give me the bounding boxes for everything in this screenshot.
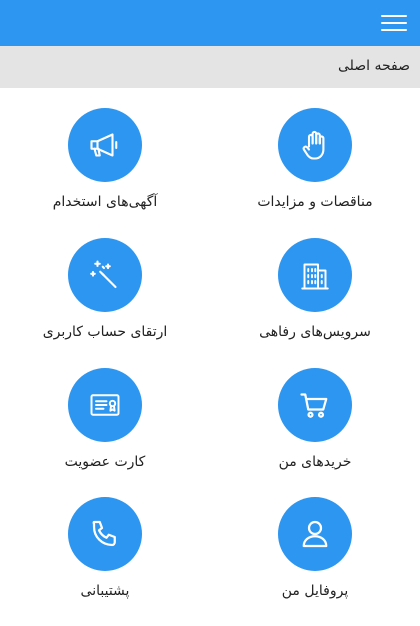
- tile-support[interactable]: پشتیبانی: [25, 497, 185, 607]
- megaphone-icon: [90, 133, 118, 157]
- tile-icon-circle: [278, 368, 352, 442]
- tile-my-purchases[interactable]: خریدهای من: [235, 368, 395, 478]
- tile-my-profile[interactable]: پروفایل من: [235, 497, 395, 607]
- shopping-cart-icon: [300, 393, 328, 418]
- tile-label: ارتقای حساب کاربری: [42, 324, 168, 340]
- tile-icon-circle: [68, 368, 142, 442]
- tile-label: پشتیبانی: [80, 583, 130, 599]
- tile-icon-circle: [68, 108, 142, 182]
- tile-icon-circle: [68, 497, 142, 571]
- tile-label: آگهی‌های استخدام: [52, 194, 158, 210]
- page-title: صفحه اصلی: [337, 58, 410, 74]
- hamburger-icon[interactable]: [381, 13, 407, 33]
- membership-card-icon: [90, 394, 120, 416]
- breadcrumb: صفحه اصلی: [0, 46, 420, 88]
- tile-icon-circle: [278, 238, 352, 312]
- building-icon: [301, 263, 329, 290]
- tile-label: خریدهای من: [278, 454, 352, 470]
- tile-label: پروفایل من: [281, 583, 349, 599]
- raised-hand-icon: [302, 130, 325, 160]
- tile-label: مناقصات و مزایدات: [257, 194, 373, 210]
- tile-job-ads[interactable]: آگهی‌های استخدام: [25, 108, 185, 218]
- tile-icon-circle: [68, 238, 142, 312]
- phone-icon: [92, 520, 116, 547]
- tile-membership-card[interactable]: کارت عضویت: [25, 368, 185, 478]
- tile-account-upgrade[interactable]: ارتقای حساب کاربری: [25, 238, 185, 348]
- tile-label: کارت عضویت: [64, 454, 146, 470]
- magic-wand-icon: [90, 260, 117, 289]
- top-app-bar: [0, 0, 420, 46]
- user-icon: [302, 520, 328, 548]
- tile-label: سرویس‌های رفاهی: [259, 324, 371, 340]
- tile-tenders-auctions[interactable]: مناقصات و مزایدات: [235, 108, 395, 218]
- tile-welfare-services[interactable]: سرویس‌های رفاهی: [235, 238, 395, 348]
- tile-icon-circle: [278, 108, 352, 182]
- tile-icon-circle: [278, 497, 352, 571]
